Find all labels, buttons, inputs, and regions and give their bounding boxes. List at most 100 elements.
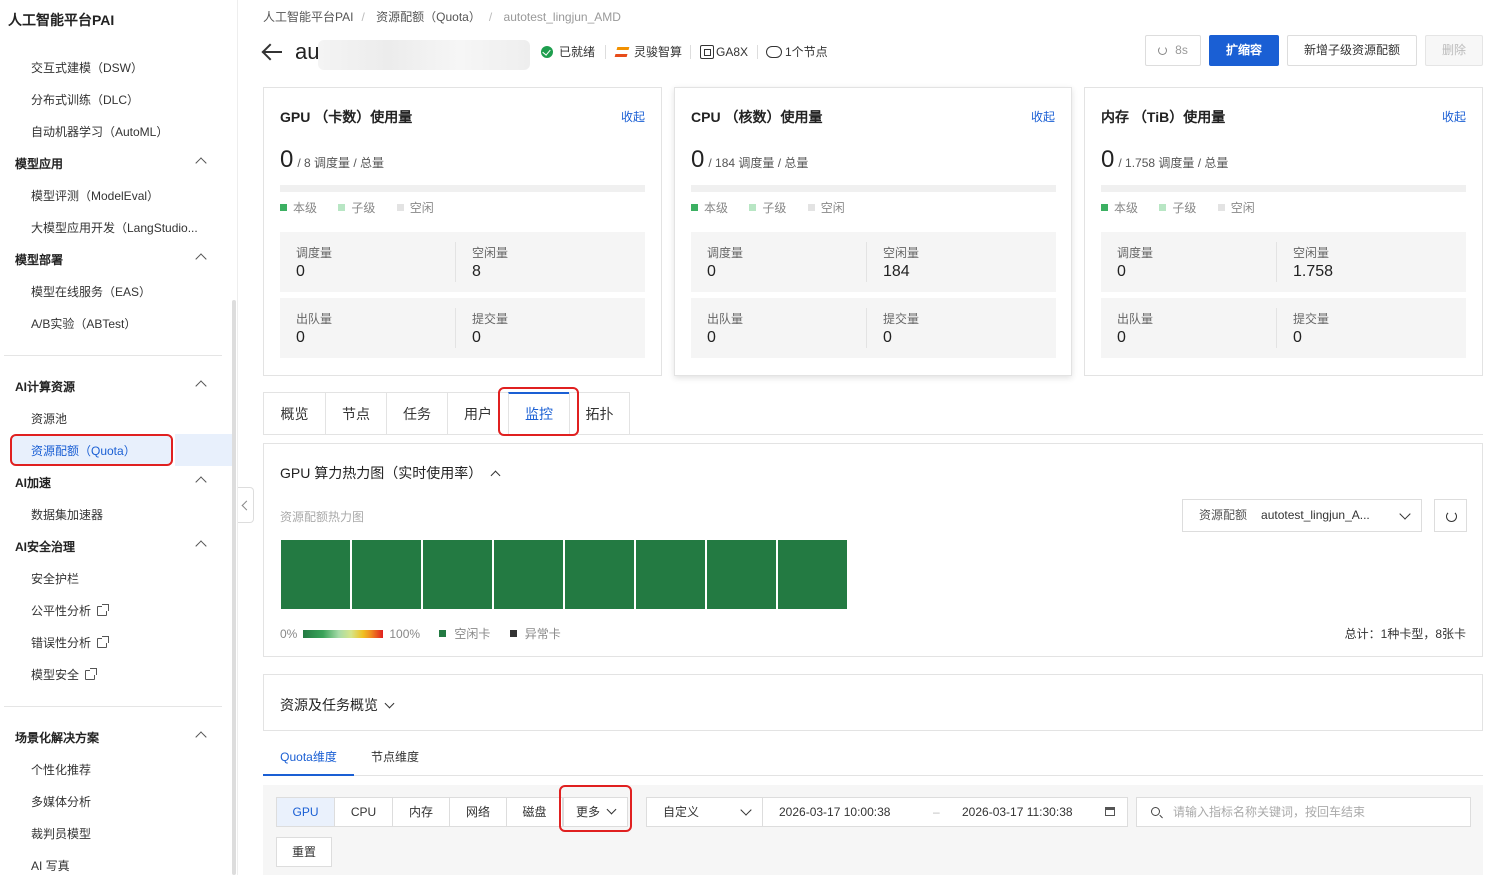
reset-button[interactable]: 重置 <box>276 837 332 867</box>
usage-legend: 本级 子级 空闲 <box>280 199 452 216</box>
heatmap-subtitle: 资源配额热力图 <box>280 510 365 524</box>
gpu-heatmap-panel: GPU 算力热力图（实时使用率） 资源配额热力图 资源配额 autotest_li… <box>263 443 1483 657</box>
external-link-icon <box>97 604 110 616</box>
heatmap-cell[interactable] <box>636 540 705 609</box>
stat-label: 出队量 <box>296 312 333 326</box>
sidebar-item-dataset-accelerator[interactable]: 数据集加速器 <box>31 503 103 527</box>
sidebar-scrollbar[interactable] <box>232 300 236 875</box>
sidebar-item-dsw[interactable]: 交互式建模（DSW） <box>31 56 143 80</box>
segment-cpu[interactable]: CPU <box>334 797 392 827</box>
usage-gradient <box>303 630 384 638</box>
segment-gpu[interactable]: GPU <box>276 797 334 827</box>
memory-usage-card: 内存 （TiB）使用量 收起 0/ 1.758 调度量 / 总量 本级 子级 空… <box>1084 87 1483 376</box>
card-title: CPU （核数）使用量 <box>691 109 823 125</box>
auto-refresh-button[interactable]: 8s <box>1145 35 1201 66</box>
divider <box>757 45 758 59</box>
time-range-type-select[interactable]: 自定义 <box>646 797 763 827</box>
add-sub-quota-button[interactable]: 新增子级资源配额 <box>1287 35 1417 66</box>
chevron-up-icon <box>490 470 501 481</box>
external-link-icon <box>85 668 98 680</box>
sidebar-group-ai-compute[interactable]: AI计算资源 <box>15 375 207 399</box>
sidebar-item-langstudio[interactable]: 大模型应用开发（LangStudio... <box>31 216 198 240</box>
breadcrumb: 人工智能平台PAI / 资源配额（Quota） / autotest_lingjun… <box>263 10 621 24</box>
heatmap-cell[interactable] <box>565 540 634 609</box>
tab-nodes[interactable]: 节点 <box>325 392 386 435</box>
sidebar-item-multimedia[interactable]: 多媒体分析 <box>31 790 91 814</box>
segment-disk[interactable]: 磁盘 <box>506 797 563 827</box>
heatmap-cell[interactable] <box>281 540 350 609</box>
stat-value: 0 <box>707 263 716 280</box>
sidebar-item-fairness[interactable]: 公平性分析 <box>31 599 110 623</box>
idle-card-swatch <box>439 630 447 637</box>
heatmap-cell[interactable] <box>352 540 421 609</box>
sidebar-item-modeleval[interactable]: 模型评测（ModelEval） <box>31 184 159 208</box>
scale-button[interactable]: 扩缩容 <box>1209 35 1279 66</box>
end-time[interactable]: 2026-03-17 11:30:38 <box>962 798 1073 826</box>
collapse-link[interactable]: 收起 <box>1442 108 1466 125</box>
stat-row: 出队量 0 提交量 0 <box>691 298 1056 358</box>
sidebar-item-judge-model[interactable]: 裁判员模型 <box>31 822 91 846</box>
quota-select[interactable]: 资源配额 autotest_lingjun_A... <box>1182 499 1422 532</box>
time-range-picker[interactable]: 2026-03-17 10:00:38 – 2026-03-17 11:30:3… <box>762 797 1128 827</box>
breadcrumb-item-current: autotest_lingjun_AMD <box>503 10 621 24</box>
tab-quota-dimension[interactable]: Quota维度 <box>263 740 354 776</box>
sidebar-item-ai-portrait[interactable]: AI 写真 <box>31 854 70 875</box>
sidebar-group-model-app[interactable]: 模型应用 <box>15 152 207 176</box>
node-icon <box>766 46 782 58</box>
heatmap-title[interactable]: GPU 算力热力图（实时使用率） <box>280 463 501 483</box>
heatmap-cell[interactable] <box>494 540 563 609</box>
collapse-link[interactable]: 收起 <box>621 108 645 125</box>
chevron-up-icon <box>195 380 207 392</box>
stat-row: 出队量 0 提交量 0 <box>1101 298 1466 358</box>
tab-overview[interactable]: 概览 <box>263 392 325 435</box>
refresh-icon <box>1158 46 1168 55</box>
heatmap-cell[interactable] <box>778 540 847 609</box>
card-title: 内存 （TiB）使用量 <box>1101 109 1226 125</box>
sidebar-item-resource-pool[interactable]: 资源池 <box>31 407 67 431</box>
sidebar-group-ai-safety[interactable]: AI安全治理 <box>15 535 207 559</box>
sidebar-item-recommend[interactable]: 个性化推荐 <box>31 758 91 782</box>
refresh-button[interactable] <box>1434 499 1467 532</box>
heatmap-total: 总计：1种卡型，8张卡 <box>1344 627 1466 641</box>
breadcrumb-item-pai[interactable]: 人工智能平台PAI <box>263 10 353 24</box>
segment-network[interactable]: 网络 <box>449 797 506 827</box>
chevron-down-icon <box>1399 508 1411 520</box>
divider <box>605 45 606 59</box>
search-icon <box>1151 807 1160 816</box>
chip-icon <box>700 45 714 59</box>
sidebar-item-eas[interactable]: 模型在线服务（EAS） <box>31 280 151 304</box>
range-separator: – <box>933 805 940 819</box>
usage-legend: 本级 子级 空闲 <box>691 199 863 216</box>
stat-label: 提交量 <box>883 312 920 326</box>
breadcrumb-item-quota[interactable]: 资源配额（Quota） <box>376 10 481 24</box>
stat-label: 调度量 <box>296 246 333 260</box>
sidebar-group-scenario[interactable]: 场景化解决方案 <box>15 726 207 750</box>
heatmap-cell[interactable] <box>707 540 776 609</box>
sidebar-item-automl[interactable]: 自动机器学习（AutoML） <box>31 120 168 144</box>
metric-search-input[interactable]: 请输入指标名称关键词，按回车结束 <box>1136 797 1471 827</box>
sidebar-item-guardrail[interactable]: 安全护栏 <box>31 567 79 591</box>
sidebar-group-model-deploy[interactable]: 模型部署 <box>15 248 207 272</box>
sidebar-item-model-security[interactable]: 模型安全 <box>31 663 98 687</box>
tab-jobs[interactable]: 任务 <box>386 392 447 435</box>
sidebar-item-abtest[interactable]: A/B实验（ABTest） <box>31 312 136 336</box>
start-time[interactable]: 2026-03-17 10:00:38 <box>779 798 890 826</box>
chevron-up-icon <box>195 157 207 169</box>
tab-node-dimension[interactable]: 节点维度 <box>358 740 432 776</box>
more-highlight <box>559 785 632 832</box>
segment-memory[interactable]: 内存 <box>392 797 449 827</box>
overview-title[interactable]: 资源及任务概览 <box>280 695 395 715</box>
stat-row: 调度量 0 空闲量 184 <box>691 232 1056 292</box>
sidebar-item-error-analysis[interactable]: 错误性分析 <box>31 631 110 655</box>
back-arrow-icon[interactable] <box>262 42 284 62</box>
stat-label: 提交量 <box>1293 312 1330 326</box>
collapse-link[interactable]: 收起 <box>1031 108 1055 125</box>
delete-button[interactable]: 删除 <box>1425 35 1483 66</box>
gpu-type-tag: GA8X <box>700 44 748 60</box>
sidebar-item-quota[interactable]: 资源配额（Quota） <box>31 439 136 463</box>
sidebar-item-dlc[interactable]: 分布式训练（DLC） <box>31 88 139 112</box>
sidebar-collapse-handle[interactable] <box>238 487 254 523</box>
sidebar-group-ai-accel[interactable]: AI加速 <box>15 471 207 495</box>
tabs-baseline <box>630 434 1483 435</box>
heatmap-cell[interactable] <box>423 540 492 609</box>
